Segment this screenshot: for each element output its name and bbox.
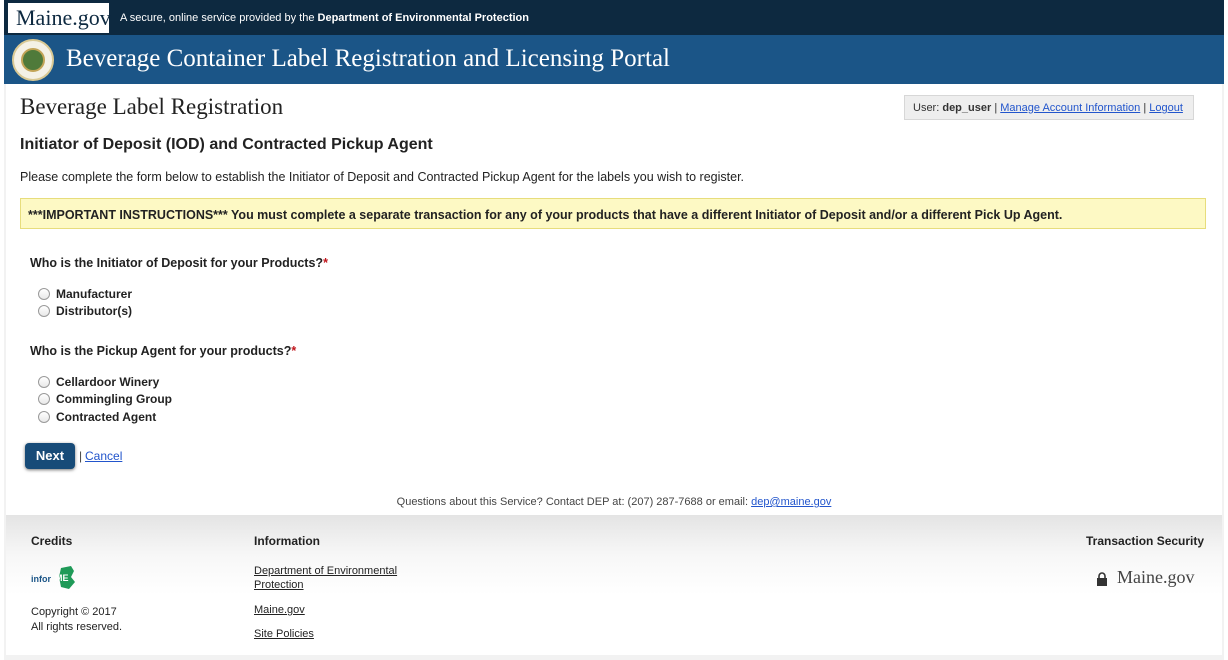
information-heading: Information (254, 534, 320, 548)
manage-account-link[interactable]: Manage Account Information (1000, 102, 1140, 114)
required-mark: * (323, 256, 328, 270)
contact-email-link[interactable]: dep@maine.gov (751, 496, 831, 508)
username: dep_user (942, 102, 992, 114)
logout-link[interactable]: Logout (1149, 102, 1183, 114)
radio-label[interactable]: Commingling Group (56, 392, 172, 406)
contact-text: Questions about this Service? Contact DE… (396, 496, 752, 508)
state-seal-icon (12, 39, 54, 81)
svg-text:infor: infor (31, 574, 51, 584)
lock-icon (1097, 572, 1107, 586)
next-button[interactable]: Next (25, 443, 75, 469)
service-tagline: A secure, online service provided by the… (120, 12, 529, 24)
copyright-text: Copyright © 2017 (31, 606, 117, 618)
radio-button[interactable] (38, 376, 50, 388)
rights-text: All rights reserved. (31, 621, 123, 633)
page-title: Beverage Label Registration (20, 94, 284, 119)
radio-button[interactable] (38, 288, 50, 300)
iod-question-text: Who is the Initiator of Deposit for your… (30, 256, 324, 270)
radio-label[interactable]: Distributor(s) (56, 304, 132, 318)
radio-label[interactable]: Manufacturer (56, 287, 132, 301)
user-box: User: dep_user | Manage Account Informat… (904, 95, 1194, 120)
radio-button[interactable] (38, 411, 50, 423)
footer-link-maine-gov[interactable]: Maine.gov (254, 603, 305, 617)
informe-logo-icon[interactable]: infor ME (31, 565, 91, 591)
top-bar: Maine.gov A secure, online service provi… (4, 0, 1224, 35)
maine-gov-logo[interactable]: Maine.gov (8, 3, 111, 33)
radio-label[interactable]: Cellardoor Winery (56, 375, 159, 389)
footer-link-site-policies[interactable]: Site Policies (254, 627, 314, 641)
main-content: Beverage Label Registration User: dep_us… (6, 84, 1222, 515)
user-separator: | (1140, 102, 1150, 114)
portal-banner: Beverage Container Label Registration an… (4, 35, 1224, 84)
intro-text: Please complete the form below to establ… (20, 170, 745, 184)
section-title: Initiator of Deposit (IOD) and Contracte… (20, 136, 433, 153)
pickup-question-text: Who is the Pickup Agent for your product… (30, 344, 292, 358)
tagline-prefix: A secure, online service provided by the (120, 12, 318, 24)
contact-line: Questions about this Service? Contact DE… (6, 496, 1222, 508)
radio-button[interactable] (38, 305, 50, 317)
radio-label[interactable]: Contracted Agent (56, 410, 156, 424)
iod-question: Who is the Initiator of Deposit for your… (30, 256, 328, 270)
transaction-security-heading: Transaction Security (1086, 534, 1205, 548)
user-label: User: (913, 102, 943, 114)
button-separator: | (79, 449, 83, 463)
footer: Credits infor ME Copyright © 2017 All ri… (6, 515, 1222, 655)
footer-link-dep[interactable]: Department of Environmental Protection (254, 564, 412, 592)
svg-text:ME: ME (55, 573, 69, 583)
user-separator: | (991, 102, 1001, 114)
portal-title: Beverage Container Label Registration an… (66, 45, 670, 72)
maine-gov-logo-text: Maine.gov (16, 5, 111, 30)
important-notice: ***IMPORTANT INSTRUCTIONS*** You must co… (20, 198, 1206, 229)
cancel-link[interactable]: Cancel (85, 449, 122, 463)
tagline-org: Department of Environmental Protection (317, 12, 529, 24)
radio-button[interactable] (38, 393, 50, 405)
pickup-question: Who is the Pickup Agent for your product… (30, 344, 296, 358)
credits-heading: Credits (31, 534, 73, 548)
required-mark: * (291, 344, 297, 358)
maine-gov-footer-logo[interactable]: Maine.gov (1117, 567, 1194, 588)
